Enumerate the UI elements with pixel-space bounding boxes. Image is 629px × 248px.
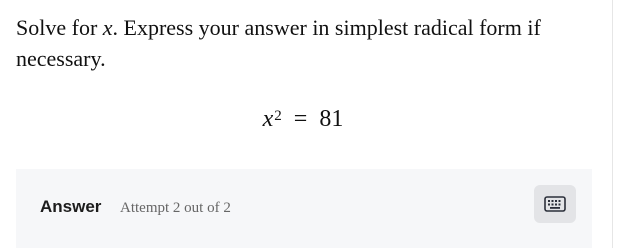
equation-base: x [262,106,274,132]
prompt-prefix: Solve for [16,15,103,40]
equation: x2 = 81 [0,102,606,136]
question-prompt: Solve for x. Express your answer in simp… [16,12,596,74]
answer-label: Answer [40,197,102,216]
equation-operator: = [293,106,308,132]
attempt-counter: Attempt 2 out of 2 [120,200,231,216]
equation-rhs: 81 [319,106,344,132]
answer-panel: Answer Attempt 2 out of 2 [16,169,592,248]
prompt-variable: x [102,15,113,40]
equation-exponent: 2 [274,108,282,124]
keyboard-icon [544,196,566,212]
right-divider [612,0,613,248]
keyboard-button[interactable] [534,185,576,223]
